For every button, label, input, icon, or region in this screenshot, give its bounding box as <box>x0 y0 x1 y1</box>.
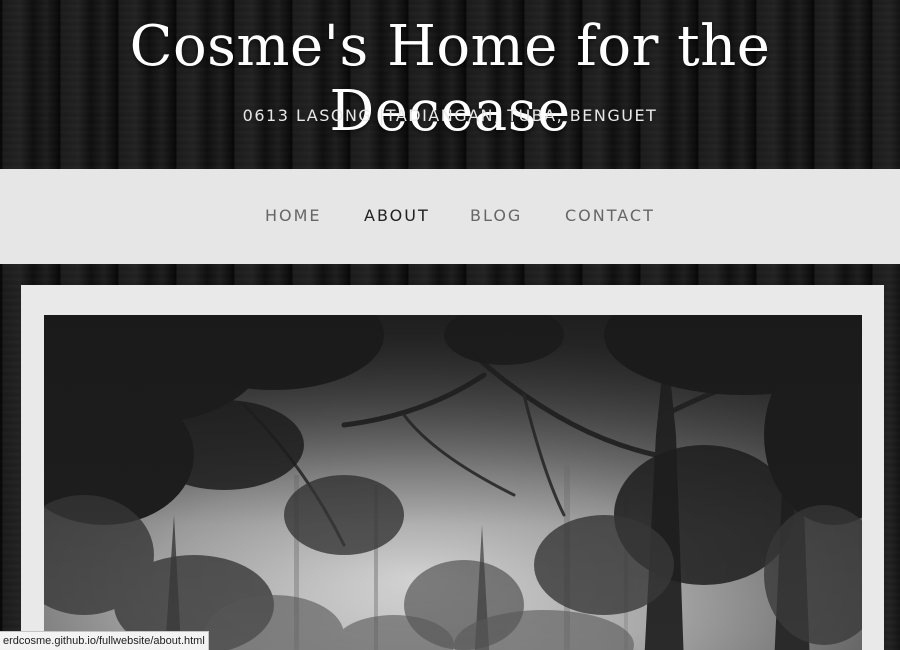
site-address: 0613 LASONG |TADIANGAN, TUBA, BENGUET <box>242 106 658 125</box>
status-bar-url: erdcosme.github.io/fullwebsite/about.htm… <box>0 631 209 650</box>
nav-item-home[interactable]: HOME <box>265 206 322 225</box>
nav-item-about[interactable]: ABOUT <box>364 206 430 225</box>
nav-list: HOME ABOUT BLOG CONTACT <box>0 169 900 264</box>
site-header: Cosme's Home for the Decease 0613 LASONG… <box>0 0 900 169</box>
forest-photo <box>44 315 862 650</box>
nav-item-contact[interactable]: CONTACT <box>565 206 655 225</box>
main-navigation: HOME ABOUT BLOG CONTACT <box>0 169 900 264</box>
content-panel <box>21 285 884 650</box>
nav-item-blog[interactable]: BLOG <box>470 206 522 225</box>
